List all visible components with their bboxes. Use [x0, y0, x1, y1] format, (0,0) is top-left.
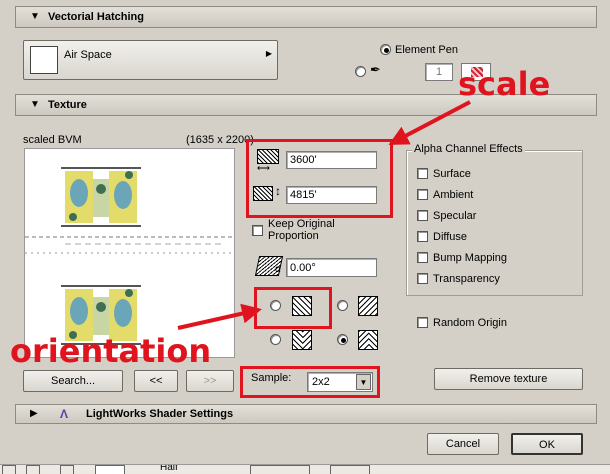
orientation-annotation: orientation — [10, 332, 212, 370]
orientation-arrow — [177, 303, 262, 330]
annotation-arrows — [177, 100, 471, 330]
scale-arrow — [388, 100, 471, 145]
